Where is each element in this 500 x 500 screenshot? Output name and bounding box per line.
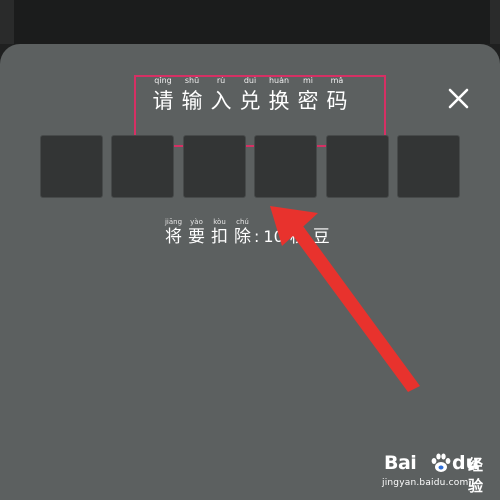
deduct-pinyin: jiāng: [164, 218, 183, 226]
title-char: mì 密: [295, 76, 321, 126]
code-digit-box[interactable]: [325, 135, 389, 198]
code-digit-box[interactable]: [396, 135, 460, 198]
top-bar-edge-right: [490, 0, 500, 44]
top-bar: [0, 0, 500, 44]
watermark-url: jingyan.baidu.com: [382, 478, 469, 488]
title-hanzi: 请: [152, 89, 174, 113]
title-pinyin: shū: [184, 76, 200, 85]
deduct-amount: 10: [263, 227, 284, 246]
title-char: duì 兑: [237, 76, 263, 126]
deduct-hanzi: 要: [188, 227, 205, 247]
code-input-row: [40, 135, 460, 198]
title-pinyin: huàn: [268, 76, 290, 85]
deduct-hanzi: 扣: [211, 227, 228, 247]
top-bar-edge-left: [0, 0, 14, 44]
paw-icon: [431, 453, 451, 472]
deduct-char: kòu 扣: [208, 218, 231, 248]
title-hanzi: 码: [326, 89, 348, 113]
title-pinyin: rù: [216, 76, 226, 85]
title-hanzi: 密: [297, 89, 319, 113]
deduct-char: jiāng 将: [162, 218, 185, 248]
deduct-hanzi: 将: [165, 227, 182, 247]
title-hanzi: 兑: [239, 89, 261, 113]
deduct-unit-hanzi: 秘: [289, 227, 307, 247]
title-char: qǐng 请: [150, 76, 176, 126]
title-char: mǎ 码: [324, 76, 350, 126]
deduct-hanzi: 除: [234, 227, 251, 247]
deduct-pinyin: kòu: [213, 218, 226, 226]
title-hanzi: 换: [268, 89, 290, 113]
deduct-unit-hanzi: 豆: [312, 227, 330, 247]
title-char: rù 入: [208, 76, 234, 126]
deduct-colon: :: [254, 227, 260, 246]
deduct-unit-char: 秘: [287, 218, 310, 248]
deduct-pinyin: chú: [236, 218, 249, 226]
deduct-char: yào 要: [185, 218, 208, 248]
code-digit-box[interactable]: [111, 135, 175, 198]
deduct-pinyin: yào: [190, 218, 203, 226]
deduct-char: chú 除: [231, 218, 254, 248]
baidu-jingyan-watermark: Bai du 经验 jingyan.baidu.com: [380, 448, 496, 495]
code-digit-box[interactable]: [254, 135, 318, 198]
deduct-notice: jiāng 将 yào 要 kòu 扣 chú 除 : 10 秘 豆: [162, 216, 333, 248]
title-pinyin: mì: [302, 76, 313, 85]
dialog-title: qǐng 请 shū 输 rù 入 duì 兑 huàn 换 mì 密 mǎ 码: [150, 76, 350, 126]
dialog-header: qǐng 请 shū 输 rù 入 duì 兑 huàn 换 mì 密 mǎ 码: [0, 76, 500, 126]
title-char: huàn 换: [266, 76, 292, 126]
deduct-unit-char: 豆: [310, 218, 333, 248]
close-button[interactable]: [446, 86, 472, 112]
title-hanzi: 入: [210, 89, 232, 113]
title-char: shū 输: [179, 76, 205, 126]
title-pinyin: duì: [243, 76, 257, 85]
watermark-brand-cn: 经验: [468, 456, 484, 495]
code-digit-box[interactable]: [40, 135, 103, 198]
title-pinyin: qǐng: [154, 76, 172, 85]
close-icon: [448, 88, 469, 109]
watermark-brand-left: Bai: [384, 452, 417, 474]
title-pinyin: mǎ: [330, 76, 344, 85]
code-digit-box[interactable]: [182, 135, 246, 198]
title-hanzi: 输: [181, 89, 203, 113]
